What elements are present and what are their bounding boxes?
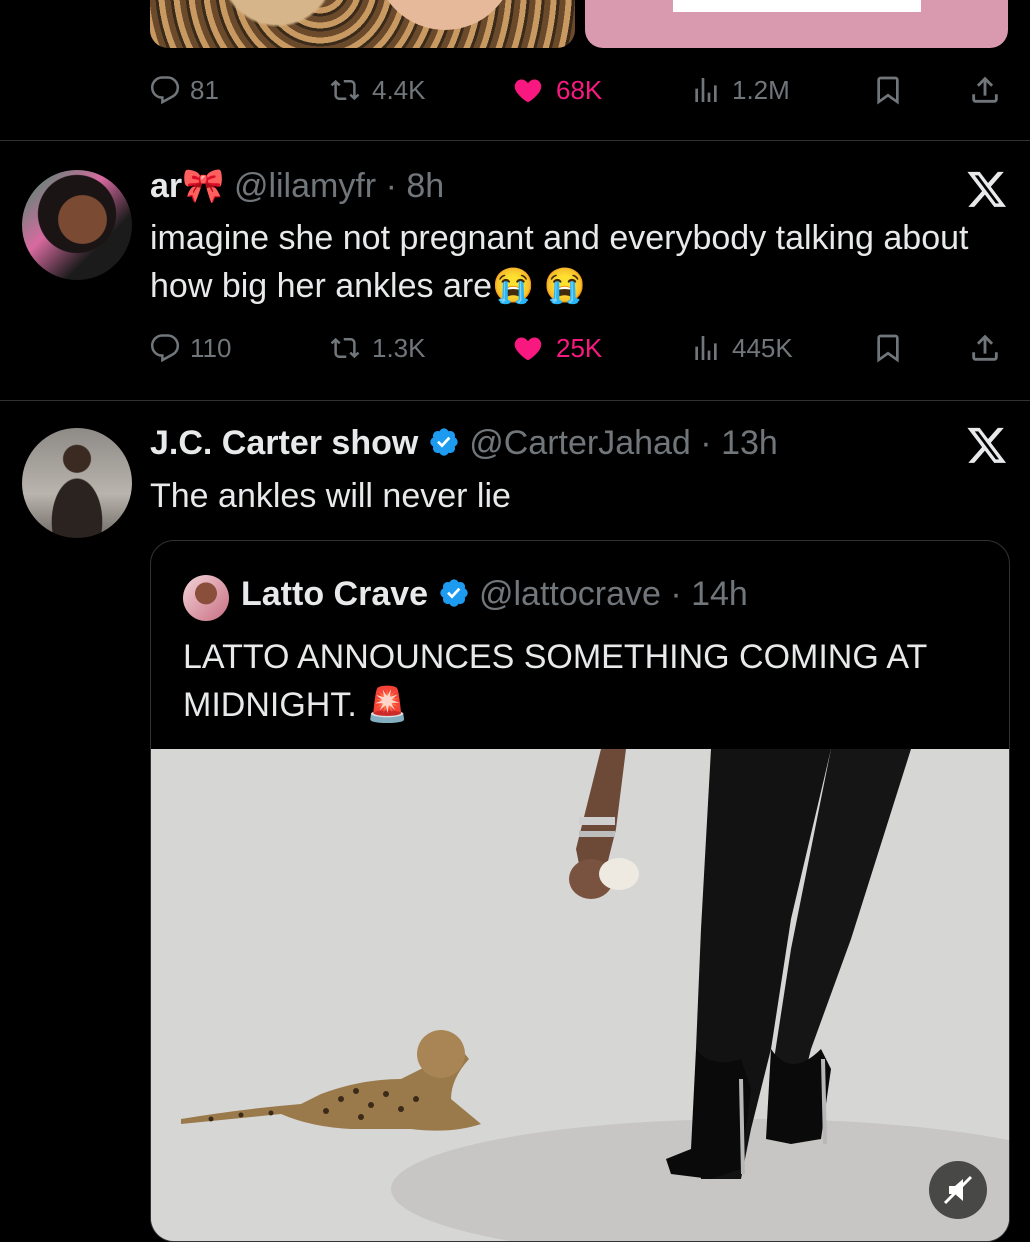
quoted-timestamp: 14h: [691, 575, 748, 613]
x-close-icon[interactable]: [966, 168, 1008, 210]
views-button[interactable]: 1.2M: [690, 70, 790, 110]
like-button[interactable]: 68K: [510, 70, 602, 110]
repost-count: 1.3K: [372, 332, 426, 363]
action-bar: 81 4.4K 68K 1.2M: [150, 70, 1010, 110]
quoted-post[interactable]: Latto Crave @lattocrave · 14h LATTO ANNO…: [150, 540, 1010, 1242]
post-divider: [0, 400, 1030, 401]
avatar[interactable]: [22, 428, 132, 538]
bookmark-icon: [877, 76, 899, 105]
reply-icon: [150, 76, 180, 105]
like-button[interactable]: 25K: [510, 328, 602, 368]
repost-count: 4.4K: [372, 74, 426, 105]
quoted-avatar: [183, 575, 229, 621]
verified-badge-icon: [430, 428, 458, 456]
display-name[interactable]: ar🎀: [150, 167, 224, 205]
timestamp[interactable]: 13h: [721, 424, 778, 462]
post-text: The ankles will never lie: [150, 477, 511, 515]
heart-icon: [514, 337, 542, 361]
video-frame-illustration: [151, 749, 1009, 1241]
repost-icon: [330, 79, 360, 101]
separator-dot: ·: [690, 424, 722, 462]
previous-post-image-right[interactable]: [585, 0, 1008, 48]
views-count: 445K: [732, 332, 793, 363]
reply-button[interactable]: 110: [150, 328, 231, 368]
views-icon: [695, 78, 717, 102]
share-icon: [972, 334, 998, 361]
mute-button[interactable]: [929, 1161, 987, 1219]
reply-count: 81: [190, 74, 219, 105]
post-header: ar🎀 @lilamyfr · 8h: [150, 166, 444, 206]
views-button[interactable]: 445K: [690, 328, 793, 368]
verified-badge-icon: [439, 579, 468, 607]
quoted-text: LATTO ANNOUNCES SOMETHING COMING AT MIDN…: [183, 638, 927, 724]
handle[interactable]: @CarterJahad: [469, 424, 691, 462]
repost-icon: [330, 337, 360, 359]
repost-button[interactable]: 1.3K: [328, 328, 426, 368]
handle[interactable]: @lilamyfr: [234, 167, 376, 205]
quoted-header: Latto Crave @lattocrave · 14h: [241, 575, 748, 614]
repost-button[interactable]: 4.4K: [328, 70, 426, 110]
post-text: imagine she not pregnant and everybody t…: [150, 219, 969, 305]
x-close-icon[interactable]: [966, 424, 1008, 466]
avatar[interactable]: [22, 170, 132, 280]
quoted-display-name: Latto Crave: [241, 575, 429, 613]
post-header: J.C. Carter show @CarterJahad · 13h: [150, 424, 778, 463]
separator-dot: ·: [376, 167, 407, 205]
display-name[interactable]: J.C. Carter show: [150, 424, 418, 462]
reply-icon: [150, 334, 180, 363]
quoted-media-video[interactable]: [151, 749, 1009, 1241]
like-count: 25K: [556, 332, 603, 363]
share-button[interactable]: [968, 70, 1002, 110]
action-bar: 110 1.3K 25K 445K: [150, 328, 1010, 368]
bookmark-button[interactable]: [872, 328, 904, 368]
bookmark-icon: [877, 334, 899, 363]
quoted-handle: @lattocrave: [478, 575, 661, 613]
like-count: 68K: [556, 74, 603, 105]
share-icon: [972, 76, 998, 103]
reply-count: 110: [190, 332, 232, 363]
heart-icon: [514, 79, 542, 103]
views-icon: [695, 336, 717, 360]
views-count: 1.2M: [732, 74, 790, 105]
post-divider: [0, 140, 1030, 141]
reply-button[interactable]: 81: [150, 70, 219, 110]
mute-icon: [943, 1175, 973, 1205]
timestamp[interactable]: 8h: [406, 167, 444, 205]
previous-post-image-left[interactable]: [150, 0, 575, 48]
share-button[interactable]: [968, 328, 1002, 368]
separator-dot: ·: [660, 575, 692, 613]
bookmark-button[interactable]: [872, 70, 904, 110]
